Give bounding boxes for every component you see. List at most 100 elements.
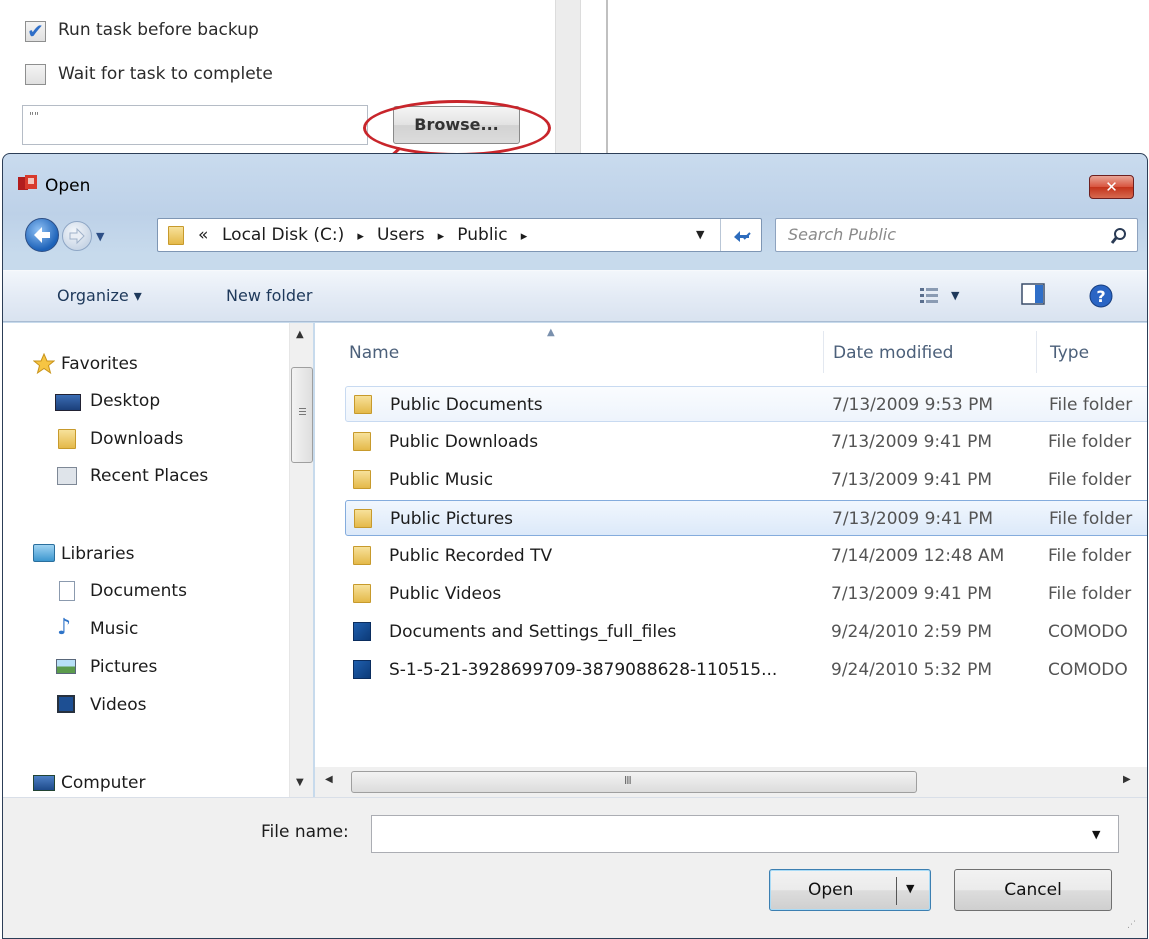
run-task-checkbox[interactable]: ✔ bbox=[25, 21, 46, 42]
folder-icon bbox=[353, 432, 371, 451]
comodo-backup-icon bbox=[353, 622, 371, 641]
file-name-cell: Public Recorded TV bbox=[389, 546, 553, 566]
scroll-right-icon[interactable]: ▶ bbox=[1123, 774, 1131, 785]
breadcrumb-separator-icon[interactable]: ▸ bbox=[357, 229, 364, 244]
file-row[interactable]: Public Recorded TV 7/14/2009 12:48 AM File… bbox=[345, 538, 1147, 574]
file-rows: Public Documents 7/13/2009 9:53 PM File fo… bbox=[315, 386, 1147, 706]
nav-scroll-thumb[interactable] bbox=[291, 367, 313, 463]
column-header-date[interactable]: Date modified bbox=[833, 343, 953, 363]
panel-divider bbox=[606, 0, 608, 153]
scroll-down-icon[interactable]: ▼ bbox=[296, 777, 304, 788]
help-button[interactable]: ? bbox=[1088, 283, 1114, 309]
file-name-cell: Public Pictures bbox=[390, 509, 514, 529]
file-name-cell: Public Music bbox=[389, 470, 494, 490]
nav-libraries[interactable]: Libraries bbox=[61, 544, 134, 564]
column-divider[interactable] bbox=[1036, 331, 1037, 373]
file-row[interactable]: Public Downloads 7/13/2009 9:41 PM File fo… bbox=[345, 424, 1147, 460]
breadcrumb-segment-local-disk[interactable]: Local Disk (C:) bbox=[222, 225, 344, 245]
file-row[interactable]: Public Documents 7/13/2009 9:53 PM File fo… bbox=[345, 386, 1147, 422]
help-icon: ? bbox=[1089, 284, 1113, 308]
nav-computer[interactable]: Computer bbox=[61, 773, 146, 793]
nav-videos[interactable]: Videos bbox=[90, 695, 147, 715]
search-icon[interactable] bbox=[1110, 227, 1128, 245]
back-button[interactable] bbox=[25, 218, 59, 252]
breadcrumb-segment-users[interactable]: Users bbox=[377, 225, 425, 245]
open-button[interactable]: Open ▼ bbox=[769, 869, 931, 911]
nav-desktop[interactable]: Desktop bbox=[90, 391, 160, 411]
breadcrumb-segment-public[interactable]: Public bbox=[457, 225, 507, 245]
scroll-left-icon[interactable]: ◀ bbox=[325, 774, 333, 785]
nav-documents[interactable]: Documents bbox=[90, 581, 187, 601]
nav-scrollbar[interactable]: ▲ ▼ bbox=[289, 323, 313, 797]
nav-downloads[interactable]: Downloads bbox=[90, 429, 183, 449]
nav-music[interactable]: Music bbox=[90, 619, 138, 639]
task-path-input[interactable]: "" bbox=[22, 105, 368, 145]
videos-film-icon bbox=[57, 695, 75, 713]
file-hscrollbar[interactable]: ◀ III ▶ bbox=[315, 767, 1147, 797]
forward-button[interactable] bbox=[62, 221, 92, 251]
folder-icon bbox=[354, 509, 372, 528]
view-options-button[interactable]: ▼ bbox=[919, 285, 963, 307]
nav-recent-places[interactable]: Recent Places bbox=[90, 466, 208, 486]
file-date-cell: 7/13/2009 9:41 PM bbox=[831, 584, 993, 604]
file-type-cell: File folder bbox=[1048, 470, 1132, 490]
folder-icon bbox=[353, 584, 371, 603]
wait-task-label: Wait for task to complete bbox=[58, 64, 273, 84]
libraries-icon bbox=[33, 544, 55, 562]
open-options-chevron-icon[interactable]: ▼ bbox=[906, 882, 914, 895]
open-dialog: Open ✕ ▼ « Local Disk (C:) ▸ Users ▸ Pub… bbox=[2, 153, 1148, 939]
resize-grip-icon[interactable]: ⋰ bbox=[1127, 920, 1136, 930]
file-type-cell: File folder bbox=[1048, 546, 1132, 566]
folder-icon bbox=[354, 395, 372, 414]
file-hscroll-thumb[interactable]: III bbox=[351, 771, 917, 793]
view-list-icon bbox=[920, 288, 938, 303]
preview-pane-icon bbox=[1021, 283, 1045, 305]
breadcrumb-separator-icon[interactable]: ▸ bbox=[438, 229, 445, 244]
open-button-label: Open bbox=[808, 880, 854, 900]
nav-favorites[interactable]: Favorites bbox=[61, 354, 138, 374]
file-name-dropdown-icon[interactable]: ▼ bbox=[1092, 828, 1100, 841]
address-bar[interactable]: « Local Disk (C:) ▸ Users ▸ Public ▸ ▼ bbox=[157, 218, 762, 252]
forward-arrow-icon bbox=[69, 227, 85, 245]
preview-pane-button[interactable] bbox=[1021, 283, 1047, 307]
file-row[interactable]: Public Pictures 7/13/2009 9:41 PM File fol… bbox=[345, 500, 1147, 536]
file-name-label: File name: bbox=[261, 822, 349, 842]
downloads-folder-icon bbox=[58, 429, 76, 449]
column-header-name[interactable]: Name bbox=[349, 343, 399, 363]
cancel-button[interactable]: Cancel bbox=[954, 869, 1112, 911]
column-header-type[interactable]: Type bbox=[1050, 343, 1089, 363]
file-type-cell: COMODO bbox=[1048, 660, 1128, 680]
column-divider[interactable] bbox=[823, 331, 824, 373]
search-input[interactable]: Search Public bbox=[788, 225, 896, 244]
wait-task-checkbox[interactable] bbox=[25, 64, 46, 85]
file-name-input[interactable]: ▼ bbox=[371, 815, 1119, 853]
file-row[interactable]: Public Videos 7/13/2009 9:41 PM File folde… bbox=[345, 576, 1147, 612]
file-date-cell: 7/13/2009 9:41 PM bbox=[831, 470, 993, 490]
pictures-icon bbox=[56, 659, 76, 674]
file-row[interactable]: S-1-5-21-3928699709-3879088628-110515...… bbox=[345, 652, 1147, 688]
address-dropdown-icon[interactable]: ▼ bbox=[696, 228, 704, 241]
file-row[interactable]: Public Music 7/13/2009 9:41 PM File folder bbox=[345, 462, 1147, 498]
refresh-icon bbox=[734, 231, 751, 242]
file-type-cell: File folder bbox=[1049, 395, 1133, 415]
navigation-pane[interactable]: Favorites Desktop Downloads Recent Place… bbox=[3, 323, 289, 797]
panel-scrollbar[interactable] bbox=[555, 0, 581, 153]
view-chevron-icon: ▼ bbox=[951, 289, 960, 302]
file-name-cell: S-1-5-21-3928699709-3879088628-110515... bbox=[389, 660, 778, 680]
file-date-cell: 7/14/2009 12:48 AM bbox=[831, 546, 1005, 566]
recent-pages-chevron-icon[interactable]: ▼ bbox=[96, 230, 104, 243]
file-list-pane: ▲ Name Date modified Type Public Documen… bbox=[315, 323, 1147, 797]
file-date-cell: 7/13/2009 9:41 PM bbox=[832, 509, 994, 529]
close-button[interactable]: ✕ bbox=[1089, 175, 1134, 199]
search-box[interactable]: Search Public bbox=[775, 218, 1138, 252]
file-type-cell: File folder bbox=[1048, 432, 1132, 452]
organize-menu[interactable]: Organize ▾ bbox=[57, 286, 142, 305]
address-segments: Local Disk (C:) ▸ Users ▸ Public ▸ bbox=[222, 225, 535, 245]
scroll-up-icon[interactable]: ▲ bbox=[296, 329, 304, 340]
refresh-button[interactable] bbox=[720, 219, 762, 251]
file-row[interactable]: Documents and Settings_full_files 9/24/20… bbox=[345, 614, 1147, 650]
address-overflow[interactable]: « bbox=[198, 225, 208, 245]
nav-pictures[interactable]: Pictures bbox=[90, 657, 157, 677]
new-folder-button[interactable]: New folder bbox=[226, 286, 312, 305]
breadcrumb-separator-icon[interactable]: ▸ bbox=[521, 229, 528, 244]
